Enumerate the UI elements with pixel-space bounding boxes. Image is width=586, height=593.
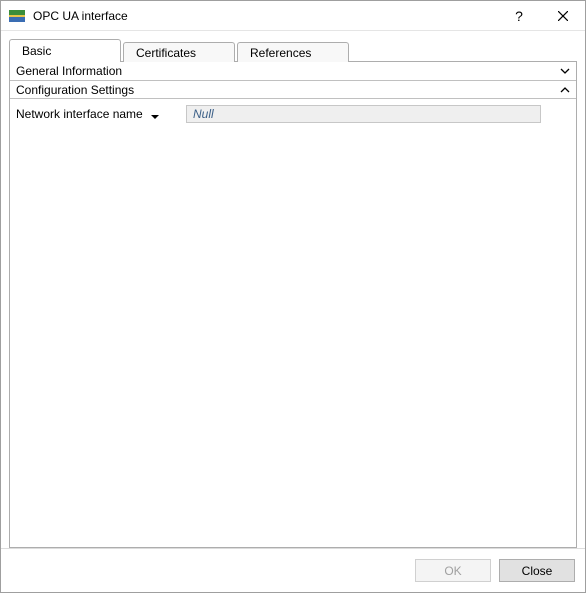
chevron-down-icon: [560, 66, 570, 76]
section-header-config[interactable]: Configuration Settings: [10, 80, 576, 99]
close-icon: [558, 11, 568, 21]
tabpage-basic: General Information Configuration Settin…: [9, 61, 577, 548]
titlebar: OPC UA interface ?: [1, 1, 585, 31]
field-value-cell: Null: [186, 105, 570, 123]
ok-button[interactable]: OK: [415, 559, 491, 582]
close-button[interactable]: Close: [499, 559, 575, 582]
tab-references[interactable]: References: [237, 42, 349, 62]
client-area: Basic Certificates References General In…: [1, 31, 585, 548]
button-label: OK: [444, 564, 461, 578]
field-label[interactable]: Network interface name: [16, 107, 186, 121]
section-body-config: Network interface name Null: [10, 99, 576, 129]
help-button[interactable]: ?: [497, 1, 541, 31]
dialog-window: OPC UA interface ? Basic Certificates Re…: [0, 0, 586, 593]
chevron-up-icon: [560, 85, 570, 95]
section-title: General Information: [16, 64, 560, 78]
window-title: OPC UA interface: [33, 9, 497, 23]
caret-down-icon: [151, 110, 159, 118]
tab-label: Certificates: [136, 46, 196, 60]
tab-basic[interactable]: Basic: [9, 39, 121, 62]
section-title: Configuration Settings: [16, 83, 560, 97]
section-header-general[interactable]: General Information: [10, 62, 576, 81]
dialog-footer: OK Close: [1, 548, 585, 592]
help-icon: ?: [515, 8, 523, 24]
tab-label: References: [250, 46, 311, 60]
app-icon: [9, 8, 25, 24]
tab-label: Basic: [22, 44, 51, 58]
row-network-interface-name: Network interface name Null: [16, 103, 570, 125]
network-interface-name-input[interactable]: Null: [186, 105, 541, 123]
tabstrip: Basic Certificates References: [9, 39, 577, 62]
window-close-button[interactable]: [541, 1, 585, 31]
button-label: Close: [522, 564, 553, 578]
tab-certificates[interactable]: Certificates: [123, 42, 235, 62]
field-label-text: Network interface name: [16, 107, 143, 121]
